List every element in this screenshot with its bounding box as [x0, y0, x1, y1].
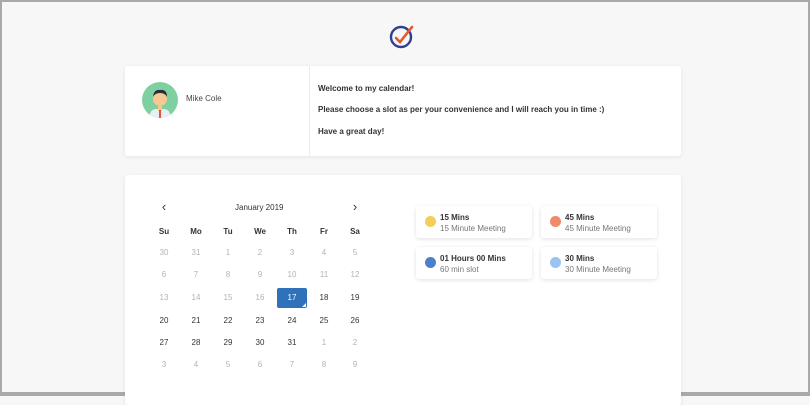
day-cell-selected[interactable]: 17 — [277, 288, 307, 308]
day-cell: 5 — [225, 360, 231, 369]
day-cell: 9 — [352, 360, 358, 369]
day-cell[interactable]: 29 — [213, 333, 243, 353]
day-cell: 7 — [193, 270, 199, 279]
day-cell: 8 — [225, 270, 231, 279]
day-cell: 14 — [191, 293, 201, 302]
day-cell: 11 — [319, 270, 329, 279]
day-cell: 10 — [287, 270, 297, 279]
day-cell: 16 — [255, 293, 265, 302]
day-cell: 9 — [257, 270, 263, 279]
event-subtitle: 30 Minute Meeting — [565, 265, 631, 274]
weekday-label: Fr — [320, 227, 328, 236]
event-subtitle: 60 min slot — [440, 265, 479, 274]
month-label: January 2019 — [235, 203, 284, 212]
event-color-dot — [425, 216, 436, 227]
profile-card: Mike Cole Welcome to my calendar! Please… — [125, 66, 681, 156]
day-cell[interactable]: 21 — [181, 311, 211, 331]
event-type-45-mins[interactable]: 45 Mins 45 Minute Meeting — [541, 206, 657, 238]
day-cell[interactable]: 24 — [277, 311, 307, 331]
day-cell: 5 — [352, 248, 358, 257]
day-cell: 31 — [191, 248, 201, 257]
greeting-message: Have a great day! — [318, 127, 385, 136]
weekday-label: Tu — [223, 227, 233, 236]
weekday-label: Sa — [350, 227, 360, 236]
day-cell: 7 — [289, 360, 295, 369]
day-cell: 1 — [225, 248, 231, 257]
welcome-message: Welcome to my calendar! — [318, 84, 415, 93]
day-cell[interactable]: 20 — [149, 311, 179, 331]
day-cell: 4 — [321, 248, 327, 257]
profile-panel: Mike Cole — [125, 66, 310, 156]
day-cell: 2 — [352, 338, 358, 347]
day-cell: 30 — [159, 248, 169, 257]
logo-icon — [389, 25, 414, 49]
event-title: 30 Mins — [565, 254, 595, 263]
weekday-label: We — [254, 227, 266, 236]
day-cell: 6 — [257, 360, 263, 369]
day-cell[interactable]: 26 — [340, 311, 370, 331]
day-cell: 3 — [289, 248, 295, 257]
weekday-label: Su — [158, 227, 170, 236]
day-cell[interactable]: 22 — [213, 311, 243, 331]
next-month-icon[interactable]: › — [348, 200, 362, 214]
day-cell: 4 — [193, 360, 199, 369]
day-cell: 2 — [257, 248, 263, 257]
day-cell: 13 — [159, 293, 169, 302]
day-cell[interactable]: 27 — [149, 333, 179, 353]
person-icon — [150, 89, 170, 118]
day-cell: 1 — [321, 338, 327, 347]
event-color-dot — [550, 257, 561, 268]
day-cell[interactable]: 23 — [245, 311, 275, 331]
event-title: 01 Hours 00 Mins — [440, 254, 506, 263]
event-title: 45 Mins — [565, 213, 595, 222]
day-cell[interactable]: 18 — [309, 288, 339, 308]
event-color-dot — [550, 216, 561, 227]
profile-name: Mike Cole — [186, 94, 222, 103]
event-type-30-mins[interactable]: 30 Mins 30 Minute Meeting — [541, 247, 657, 279]
avatar — [142, 82, 178, 118]
event-title: 15 Mins — [440, 213, 470, 222]
day-cell[interactable]: 19 — [340, 288, 370, 308]
day-cell: 12 — [350, 270, 360, 279]
event-color-dot — [425, 257, 436, 268]
event-type-15-mins[interactable]: 15 Mins 15 Minute Meeting — [416, 206, 532, 238]
prev-month-icon[interactable]: ‹ — [157, 200, 171, 214]
day-cell: 8 — [321, 360, 327, 369]
day-cell: 3 — [161, 360, 167, 369]
day-cell: 15 — [223, 293, 233, 302]
day-cell[interactable]: 30 — [245, 333, 275, 353]
event-type-60-mins[interactable]: 01 Hours 00 Mins 60 min slot — [416, 247, 532, 279]
weekday-label: Th — [287, 227, 297, 236]
day-cell: 6 — [161, 270, 167, 279]
event-subtitle: 45 Minute Meeting — [565, 224, 631, 233]
weekday-label: Mo — [190, 227, 202, 236]
day-cell[interactable]: 25 — [309, 311, 339, 331]
booking-card: ‹ January 2019 › Su Mo Tu We Th Fr Sa 30 31 1 2 3 4… — [125, 175, 681, 405]
day-cell[interactable]: 31 — [277, 333, 307, 353]
event-subtitle: 15 Minute Meeting — [440, 224, 506, 233]
day-cell[interactable]: 28 — [181, 333, 211, 353]
instruction-message: Please choose a slot as per your conveni… — [318, 105, 605, 114]
